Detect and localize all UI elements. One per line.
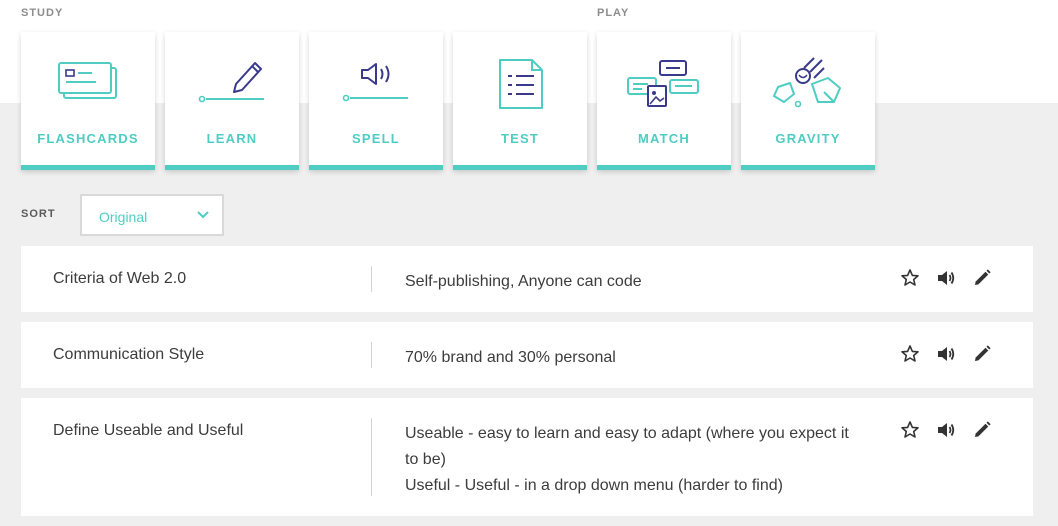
test-document-icon xyxy=(499,59,543,109)
flashcards-label: FLASHCARDS xyxy=(37,131,139,146)
flashcards-mode-card[interactable]: FLASHCARDS xyxy=(21,32,155,170)
star-icon[interactable] xyxy=(900,268,920,288)
gravity-asteroid-icon xyxy=(773,57,841,108)
definition-line: Useful - Useful - in a drop down menu (h… xyxy=(405,477,783,494)
gravity-mode-card[interactable]: GRAVITY xyxy=(741,32,875,170)
sort-dropdown[interactable]: Original xyxy=(80,194,224,236)
flashcards-icon xyxy=(58,62,117,99)
definition-line: Useable - easy to learn and easy to adap… xyxy=(405,425,849,442)
term-text: Criteria of Web 2.0 xyxy=(53,270,187,287)
match-cards-icon xyxy=(627,60,699,107)
chevron-down-icon xyxy=(197,211,209,219)
play-section-label: PLAY xyxy=(597,7,630,19)
term-row: Communication Style 70% brand and 30% pe… xyxy=(21,322,1033,388)
definition-line: 70% brand and 30% personal xyxy=(405,349,616,366)
learn-label: LEARN xyxy=(206,131,258,146)
gravity-label: GRAVITY xyxy=(775,131,841,146)
term-row: Criteria of Web 2.0 Self-publishing, Any… xyxy=(21,246,1033,312)
sort-label: SORT xyxy=(21,208,56,220)
row-divider xyxy=(371,418,372,496)
audio-icon[interactable] xyxy=(936,344,956,364)
edit-pencil-icon[interactable] xyxy=(972,268,992,288)
spell-label: SPELL xyxy=(352,131,400,146)
definition-line: Self-publishing, Anyone can code xyxy=(405,273,642,290)
definition-text: Self-publishing, Anyone can code xyxy=(405,269,875,295)
match-mode-card[interactable]: MATCH xyxy=(597,32,731,170)
spell-speaker-icon xyxy=(342,63,408,102)
row-divider xyxy=(371,342,372,368)
sort-selected-value: Original xyxy=(99,209,148,225)
audio-icon[interactable] xyxy=(936,268,956,288)
term-row: Define Useable and Useful Useable - easy… xyxy=(21,398,1033,516)
edit-pencil-icon[interactable] xyxy=(972,420,992,440)
term-text: Define Useable and Useful xyxy=(53,422,244,439)
test-mode-card[interactable]: TEST xyxy=(453,32,587,170)
definition-line: to be) xyxy=(405,451,446,468)
match-label: MATCH xyxy=(638,131,690,146)
learn-mode-card[interactable]: LEARN xyxy=(165,32,299,170)
audio-icon[interactable] xyxy=(936,420,956,440)
term-text: Communication Style xyxy=(53,346,205,363)
definition-text: 70% brand and 30% personal xyxy=(405,345,875,371)
edit-pencil-icon[interactable] xyxy=(972,344,992,364)
row-divider xyxy=(371,266,372,292)
star-icon[interactable] xyxy=(900,420,920,440)
definition-text: Useable - easy to learn and easy to adap… xyxy=(405,421,875,499)
star-icon[interactable] xyxy=(900,344,920,364)
test-label: TEST xyxy=(500,131,540,146)
study-section-label: STUDY xyxy=(21,7,64,19)
learn-pencil-icon xyxy=(198,62,264,103)
spell-mode-card[interactable]: SPELL xyxy=(309,32,443,170)
